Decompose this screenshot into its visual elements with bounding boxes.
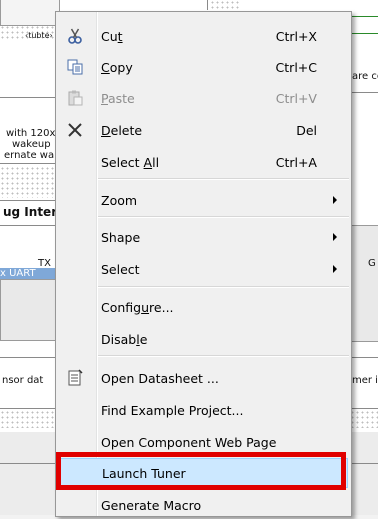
bg-text-g: G: [368, 258, 376, 269]
paste-icon: [66, 89, 84, 107]
component-block: [350, 225, 378, 342]
menu-item-shortcut: Ctrl+X: [275, 29, 317, 44]
submenu-arrow-icon: [333, 196, 337, 204]
wire: [0, 200, 56, 201]
menu-item-label: Configure...: [101, 300, 174, 315]
menu-item-shortcut: Del: [296, 123, 317, 138]
menu-separator: [98, 355, 349, 357]
menu-item-shortcut: Ctrl+C: [275, 60, 317, 75]
datasheet-icon: [66, 369, 84, 387]
menu-item-label: Cut: [101, 29, 123, 44]
menu-item-label: Paste: [101, 91, 135, 106]
wire: [0, 225, 56, 226]
menu-item-shape[interactable]: Shape: [56, 223, 351, 251]
menu-separator: [98, 216, 349, 218]
annotation-highlight-box: [56, 452, 346, 490]
context-menu: Cut Ctrl+X Copy Ctrl+C Paste Ctrl+V Dele…: [55, 11, 352, 517]
grid-dots: [210, 0, 240, 10]
wire: [350, 92, 378, 93]
menu-separator: [98, 178, 349, 180]
bg-text-nsor-dat: nsor dat: [2, 375, 44, 386]
bg-text-are-con: are co: [352, 71, 378, 82]
menu-item-label: Open Component Web Page: [101, 435, 277, 450]
wire: [0, 97, 56, 98]
menu-item-label: Delete: [101, 123, 143, 138]
menu-item-delete[interactable]: Delete Del: [56, 116, 351, 144]
delete-x-icon: [66, 121, 84, 139]
wire: [207, 0, 208, 10]
menu-item-disable[interactable]: Disable: [56, 325, 351, 353]
wire: [0, 163, 56, 164]
submenu-arrow-icon: [333, 265, 337, 273]
grid-dots: [0, 410, 56, 428]
wire: [350, 33, 378, 34]
component-block: [0, 279, 57, 341]
grid-dots: [0, 166, 56, 198]
menu-item-open-datasheet[interactable]: Open Datasheet ...: [56, 364, 351, 392]
menu-item-shortcut: Ctrl+V: [275, 91, 317, 106]
menu-item-find-example-project[interactable]: Find Example Project...: [56, 396, 351, 424]
menu-item-label: Zoom: [101, 193, 138, 208]
menu-item-label: Select All: [101, 155, 160, 170]
menu-item-paste[interactable]: Paste Ctrl+V: [56, 84, 351, 112]
wire: [350, 357, 378, 358]
menu-item-label: Open Datasheet ...: [101, 371, 219, 386]
menu-item-label: Disable: [101, 332, 148, 347]
menu-item-zoom[interactable]: Zoom: [56, 186, 351, 214]
menu-separator: [98, 286, 349, 288]
wire: [0, 357, 56, 358]
wire: [350, 408, 378, 409]
menu-item-shortcut: Ctrl+A: [275, 155, 317, 170]
menu-item-copy[interactable]: Copy Ctrl+C: [56, 53, 351, 81]
bg-text-x-uart: x UART: [0, 268, 55, 279]
bg-text-with-120: with 120x: [6, 128, 56, 139]
menu-item-label: Select: [101, 262, 140, 277]
bg-text-mer-in: mer in: [352, 375, 378, 386]
menu-item-label: Generate Macro: [101, 498, 202, 513]
wire: [350, 16, 378, 17]
menu-item-label: Shape: [101, 230, 141, 245]
wire: [0, 408, 56, 409]
menu-item-label: Find Example Project...: [101, 403, 244, 418]
bg-text-ug-inter: ug Inter: [3, 205, 58, 219]
menu-item-label: Copy: [101, 60, 133, 75]
bg-text-top: ‹tubte›: [25, 31, 53, 40]
bg-text-ernate: ernate wa: [4, 150, 55, 161]
bg-text-wakeup: wakeup: [12, 139, 51, 150]
copy-icon: [66, 58, 84, 76]
submenu-arrow-icon: [333, 233, 337, 241]
grid-dots: [350, 410, 378, 428]
component-block: [0, 0, 60, 26]
menu-item-select[interactable]: Select: [56, 255, 351, 283]
scissors-icon: [66, 27, 84, 45]
menu-item-configure[interactable]: Configure...: [56, 293, 351, 321]
menu-item-select-all[interactable]: Select All Ctrl+A: [56, 148, 351, 176]
menu-item-cut[interactable]: Cut Ctrl+X: [56, 22, 351, 50]
